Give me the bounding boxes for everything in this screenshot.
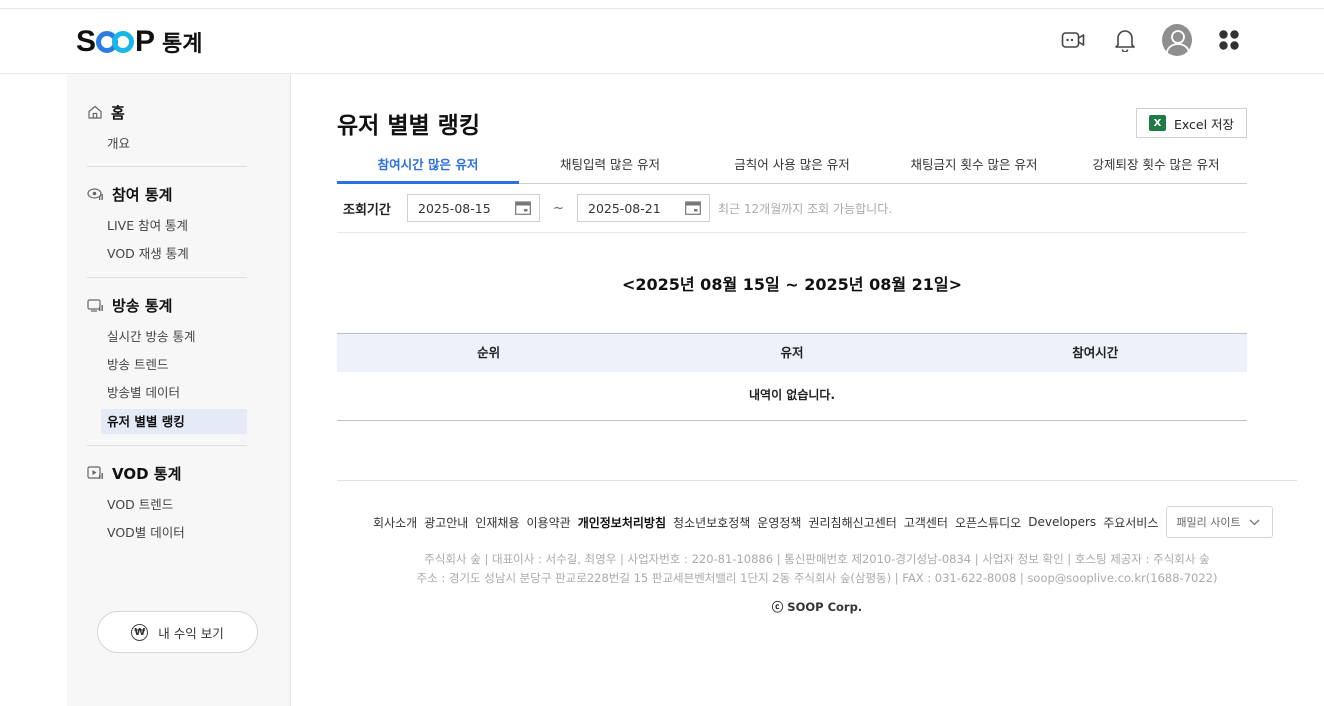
tab-chat-ban[interactable]: 채팅금지 횟수 많은 유저 [883, 150, 1065, 183]
start-date-value: 2025-08-15 [418, 200, 491, 216]
sidebar-divider [87, 277, 247, 278]
date-range-title: <2025년 08월 15일 ~ 2025년 08월 21일> [621, 275, 963, 294]
period-label: 조회기간 [343, 202, 391, 218]
column-participation-time: 참여시간 [1072, 345, 1119, 360]
sidebar-item-overview[interactable]: 개요 [87, 130, 247, 158]
sidebar-broadcast-label: 방송 통계 [112, 296, 173, 315]
sidebar-item-live-participation[interactable]: LIVE 참여 통계 [87, 212, 247, 240]
sidebar-item-realtime-broadcast[interactable]: 실시간 방송 통계 [87, 323, 247, 351]
tab-kick[interactable]: 강제퇴장 횟수 많은 유저 [1065, 150, 1247, 183]
won-icon: ₩ [131, 623, 149, 641]
family-site-label: 패밀리 사이트 [1176, 516, 1241, 529]
footer-link-ads[interactable]: 광고안내 [424, 514, 468, 531]
home-icon [88, 105, 102, 119]
excel-save-button[interactable]: X Excel 저장 [1136, 108, 1247, 138]
footer-link-careers[interactable]: 인재채용 [475, 514, 519, 531]
footer-link-support[interactable]: 고객센터 [904, 514, 948, 531]
start-date-input[interactable]: 2025-08-15 [407, 194, 540, 222]
sidebar-divider [87, 445, 247, 446]
page-title: 유저 별별 랭킹 [337, 113, 480, 139]
sidebar-home-title[interactable]: 홈 [87, 100, 247, 124]
footer-link-youth[interactable]: 청소년보호정책 [673, 514, 750, 531]
end-date-input[interactable]: 2025-08-21 [577, 194, 710, 222]
chevron-down-icon [1249, 519, 1260, 525]
apps-grid-icon[interactable] [1214, 23, 1244, 57]
broadcast-icon [87, 299, 103, 312]
tab-chat-input[interactable]: 채팅입력 많은 유저 [519, 150, 701, 183]
logo-oo-mark [96, 31, 135, 53]
empty-message: 내역이 없습니다. [337, 372, 1247, 421]
sidebar-item-broadcast-trend[interactable]: 방송 트렌드 [87, 351, 247, 379]
period-note: 최근 12개월까지 조회 가능합니다. [718, 201, 893, 216]
footer-address-info: 주소 : 경기도 성남시 분당구 판교로228번길 15 판교세븐벤처밸리 1단… [416, 571, 1218, 585]
footer-links: 회사소개 광고안내 인재채용 이용약관 개인정보처리방침 청소년보호정책 운영정… [373, 506, 1274, 538]
date-separator: ~ [553, 200, 564, 216]
footer-link-terms[interactable]: 이용약관 [527, 514, 571, 531]
sidebar-item-broadcast-data[interactable]: 방송별 데이터 [87, 379, 247, 407]
ranking-tabs: 참여시간 많은 유저 채팅입력 많은 유저 금칙어 사용 많은 유저 채팅금지 … [337, 150, 1247, 184]
footer-link-company[interactable]: 회사소개 [373, 514, 417, 531]
header-actions [1058, 23, 1244, 57]
header: S P 통계 [0, 9, 1324, 74]
participation-icon [87, 188, 103, 200]
sidebar-item-vod-trend[interactable]: VOD 트렌드 [87, 491, 247, 519]
avatar [1162, 24, 1192, 56]
footer-link-policy[interactable]: 운영정책 [757, 514, 801, 531]
sidebar-item-vod-data[interactable]: VOD별 데이터 [87, 519, 247, 547]
soop-logo[interactable]: S P 통계 [76, 25, 203, 59]
footer-link-open-studio[interactable]: 오픈스튜디오 [955, 514, 1021, 531]
sidebar-section-broadcast: 방송 통계 실시간 방송 통계 방송 트렌드 방송별 데이터 유저 별별 랭킹 [87, 293, 247, 434]
my-earnings-label: 내 수익 보기 [158, 625, 224, 641]
tab-banned-words[interactable]: 금칙어 사용 많은 유저 [701, 150, 883, 183]
logo-letter-s: S [76, 25, 96, 58]
sidebar-broadcast-title[interactable]: 방송 통계 [87, 293, 247, 317]
logo-wordmark: S P [76, 25, 155, 59]
calendar-icon[interactable] [685, 201, 701, 215]
sidebar-divider [87, 166, 247, 167]
user-avatar-icon[interactable] [1162, 23, 1192, 57]
family-site-select[interactable]: 패밀리 사이트 [1166, 506, 1274, 538]
logo-subtitle: 통계 [162, 32, 203, 57]
calendar-icon[interactable] [515, 201, 531, 215]
tab-participation-time[interactable]: 참여시간 많은 유저 [337, 150, 519, 184]
column-rank: 순위 [477, 345, 501, 360]
sidebar-participation-title[interactable]: 참여 통계 [87, 182, 247, 206]
sidebar-home-label: 홈 [111, 103, 125, 122]
footer-company-info: 주식회사 숲 | 대표이사 : 서수길, 최영우 | 사업자번호 : 220-8… [424, 552, 1210, 566]
vod-icon [87, 466, 103, 479]
footer-link-privacy[interactable]: 개인정보처리방침 [578, 514, 666, 531]
footer-link-services[interactable]: 주요서비스 [1103, 514, 1158, 531]
column-user: 유저 [780, 345, 804, 360]
bell-icon[interactable] [1110, 23, 1140, 57]
camera-icon[interactable] [1058, 23, 1088, 57]
sidebar-vod-title[interactable]: VOD 통계 [87, 461, 247, 485]
table-header: 순위 유저 참여시간 [337, 333, 1247, 372]
end-date-value: 2025-08-21 [588, 200, 661, 216]
my-earnings-button[interactable]: ₩ 내 수익 보기 [97, 611, 258, 653]
sidebar-item-vod-playback[interactable]: VOD 재생 통계 [87, 240, 247, 268]
period-filter: 조회기간 2025-08-15 ~ 2025-08-21 최근 12개월까지 조… [337, 184, 1247, 233]
sidebar-section-home: 홈 개요 [87, 100, 247, 158]
sidebar-participation-label: 참여 통계 [112, 185, 173, 204]
excel-icon: X [1148, 115, 1166, 131]
sidebar-section-vod: VOD 통계 VOD 트렌드 VOD별 데이터 [87, 461, 247, 547]
sidebar-item-user-ranking[interactable]: 유저 별별 랭킹 [101, 409, 247, 434]
sidebar-vod-label: VOD 통계 [112, 464, 182, 483]
sidebar: 홈 개요 참여 통계 LIVE 참여 통계 VOD 재생 통계 방송 통계 실시… [67, 74, 291, 706]
footer-link-rights[interactable]: 권리침해신고센터 [808, 514, 896, 531]
logo-letter-p: P [135, 25, 155, 58]
footer-copyright: ⓒ SOOP Corp. [771, 600, 863, 614]
footer-link-developers[interactable]: Developers [1028, 515, 1096, 529]
ranking-table: 순위 유저 참여시간 내역이 없습니다. [337, 333, 1247, 421]
sidebar-section-participation: 참여 통계 LIVE 참여 통계 VOD 재생 통계 [87, 182, 247, 268]
footer-divider [337, 480, 1297, 481]
excel-save-label: Excel 저장 [1173, 116, 1235, 132]
